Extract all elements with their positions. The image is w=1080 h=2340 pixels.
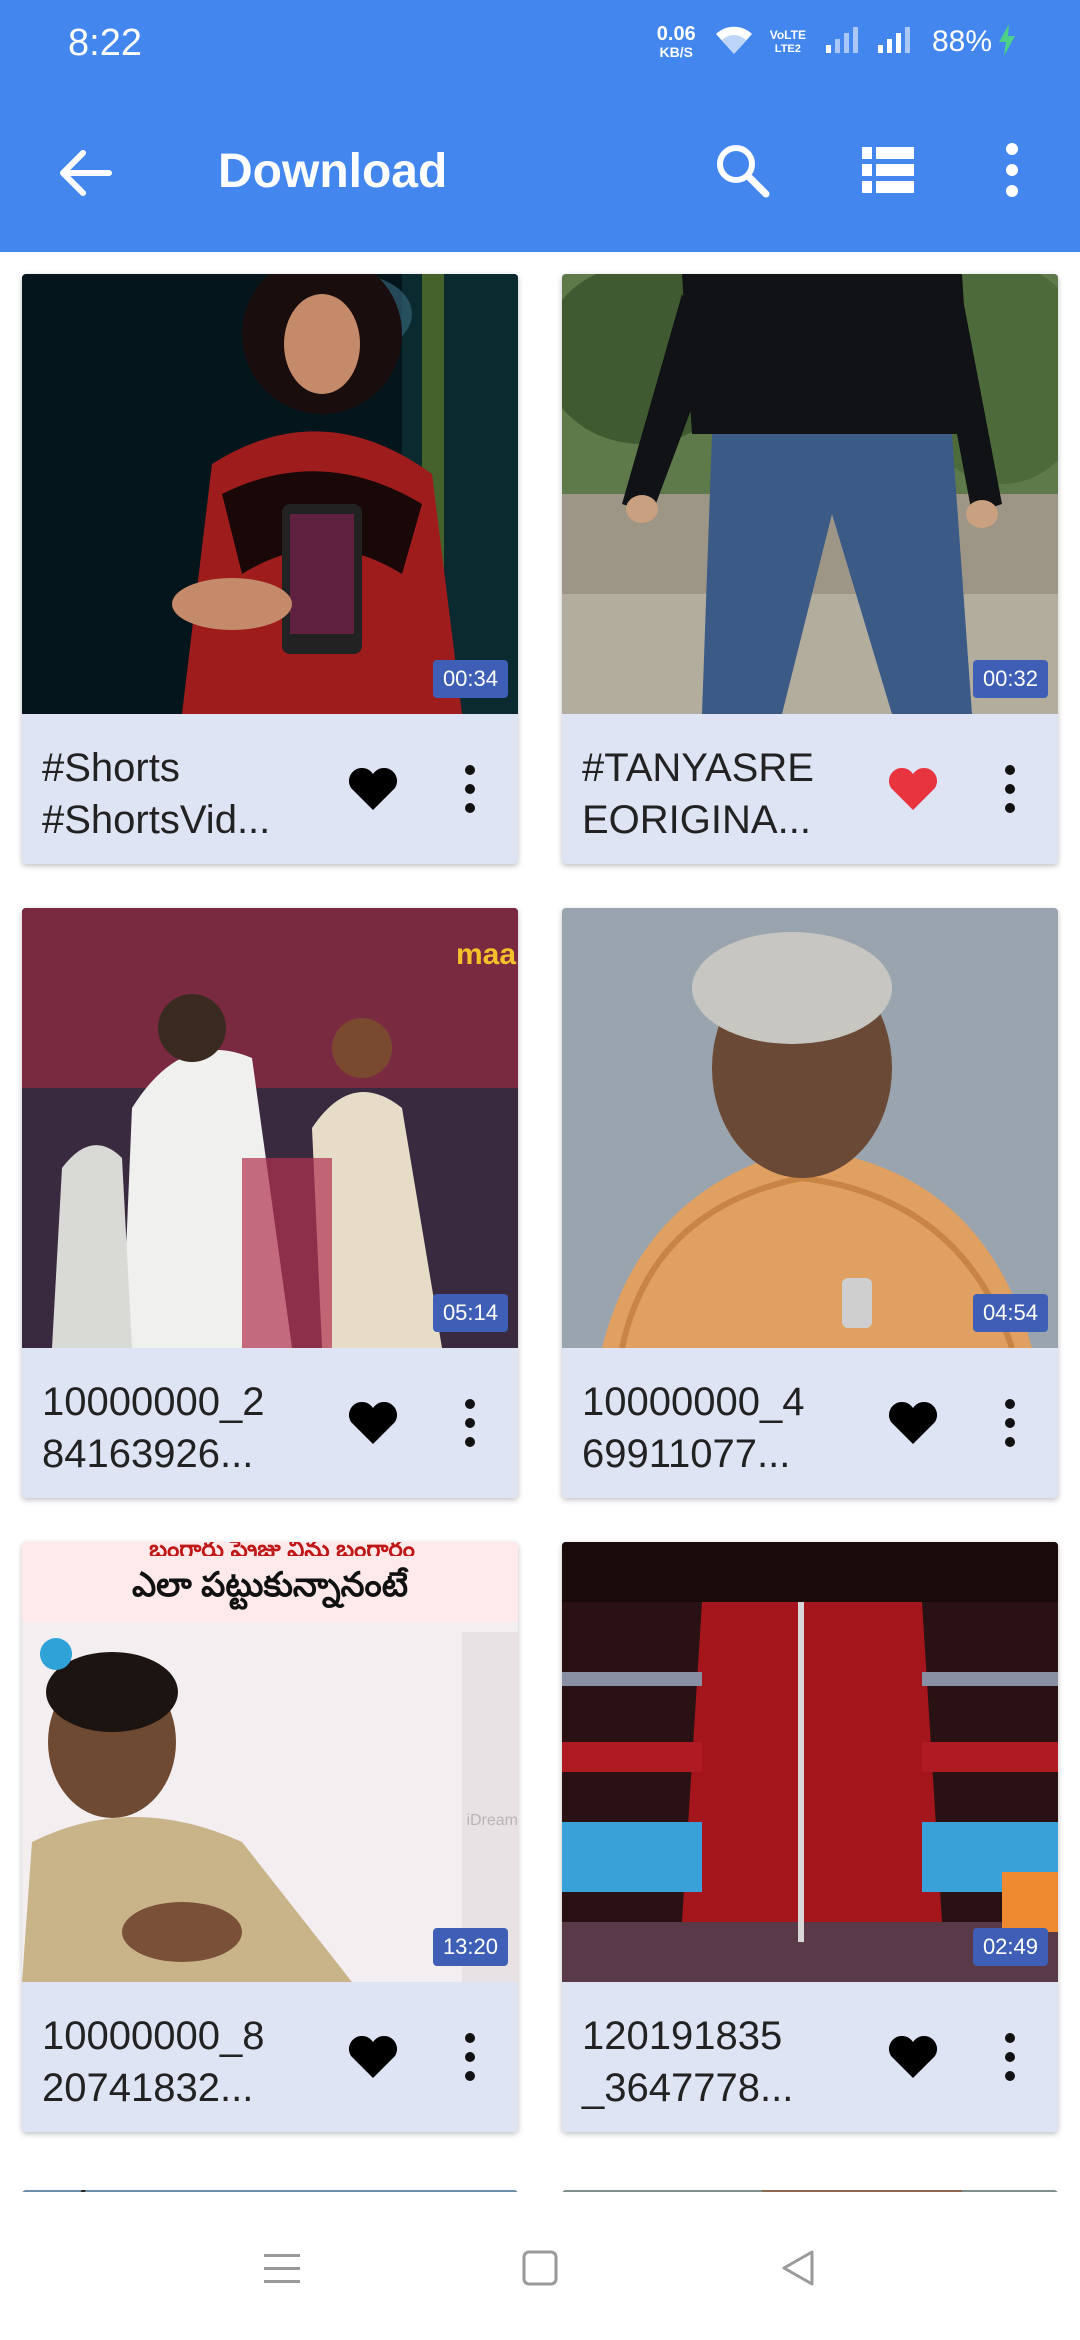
- heart-icon[interactable]: [878, 754, 948, 824]
- video-thumbnail[interactable]: 00:32: [562, 274, 1058, 714]
- video-card[interactable]: 00:34 #Shorts #ShortsVid...: [22, 274, 518, 864]
- watermark: iDream: [466, 1812, 518, 1829]
- more-vert-icon[interactable]: [450, 754, 490, 824]
- volte-label: VoLTE: [769, 28, 806, 42]
- video-thumbnail[interactable]: బంగారు ప్రైజు విను బంగారం ఎలా పట్టుకున్న…: [22, 1542, 518, 1982]
- more-vert-icon[interactable]: [990, 754, 1030, 824]
- duration-badge: 13:20: [432, 1928, 508, 1966]
- search-icon[interactable]: [706, 134, 778, 206]
- battery-percent: 88%: [931, 25, 992, 58]
- charging-bolt-icon: [998, 23, 1016, 61]
- telugu-caption-top: బంగారు ప్రైజు విను బంగారం: [149, 1542, 415, 1556]
- heart-icon[interactable]: [338, 2022, 408, 2092]
- toolbar: Download: [0, 120, 1080, 220]
- video-card[interactable]: 04:54 10000000_4 69911077...: [562, 908, 1058, 1498]
- heart-icon[interactable]: [878, 2022, 948, 2092]
- video-card[interactable]: బంగారు ప్రైజు విను బంగారం ఎలా పట్టుకున్న…: [22, 1542, 518, 2132]
- network-speed: 0.06 KB/S: [657, 24, 696, 60]
- more-vert-icon[interactable]: [990, 2022, 1030, 2092]
- channel-logo: maa: [455, 938, 516, 971]
- more-vert-icon[interactable]: [986, 134, 1038, 206]
- video-title: 10000000_4 69911077...: [582, 1380, 805, 1476]
- signal-sim1-icon: [824, 25, 860, 60]
- duration-badge: 02:49: [972, 1928, 1048, 1966]
- more-vert-icon[interactable]: [450, 2022, 490, 2092]
- video-thumbnail[interactable]: 02:49: [562, 1542, 1058, 1982]
- duration-badge: 00:32: [972, 660, 1048, 698]
- signal-sim2-icon: [876, 25, 912, 60]
- back-arrow-icon[interactable]: [50, 138, 120, 208]
- status-time: 8:22: [68, 22, 142, 64]
- app-bar: 8:22 0.06 KB/S VoLTE LTE2 88% Download: [0, 0, 1080, 252]
- duration-badge: 05:14: [432, 1294, 508, 1332]
- video-card[interactable]: 02:49 120191835 _3647778...: [562, 1542, 1058, 2132]
- more-vert-icon[interactable]: [990, 1388, 1030, 1458]
- lte-label: LTE2: [774, 43, 801, 55]
- back-triangle-icon[interactable]: [758, 2228, 838, 2308]
- status-icons: 0.06 KB/S VoLTE LTE2 88%: [657, 20, 1016, 64]
- system-nav-bar: [0, 2192, 1080, 2340]
- home-square-icon[interactable]: [500, 2228, 580, 2308]
- menu-icon[interactable]: [242, 2228, 322, 2308]
- video-thumbnail[interactable]: 00:34: [22, 274, 518, 714]
- heart-icon[interactable]: [338, 754, 408, 824]
- heart-icon[interactable]: [338, 1388, 408, 1458]
- duration-badge: 00:34: [432, 660, 508, 698]
- network-speed-unit: KB/S: [659, 44, 693, 60]
- idream-logo-icon: [40, 1638, 72, 1670]
- video-title: 10000000_2 84163926...: [42, 1380, 265, 1476]
- video-card[interactable]: maa 05:14 10000000_2 84163926...: [22, 908, 518, 1498]
- wifi-icon: [714, 24, 754, 61]
- video-thumbnail[interactable]: maa 05:14: [22, 908, 518, 1348]
- video-thumbnail[interactable]: 04:54: [562, 908, 1058, 1348]
- network-speed-value: 0.06: [656, 23, 696, 45]
- duration-badge: 04:54: [972, 1294, 1048, 1332]
- video-grid: 00:34 #Shorts #ShortsVid... 00:32 #TANYA…: [0, 252, 1080, 2192]
- more-vert-icon[interactable]: [450, 1388, 490, 1458]
- list-view-icon[interactable]: [852, 134, 924, 206]
- telugu-caption: ఎలా పట్టుకున్నానంటే: [131, 1566, 409, 1604]
- volte-indicator: VoLTE LTE2: [770, 28, 806, 56]
- video-title: #TANYASRE EORIGINA...: [582, 746, 814, 842]
- video-title: 120191835 _3647778...: [582, 2014, 794, 2110]
- video-card[interactable]: 00:32 #TANYASRE EORIGINA...: [562, 274, 1058, 864]
- video-title: 10000000_8 20741832...: [42, 2014, 265, 2110]
- page-title: Download: [218, 145, 448, 198]
- video-title: #Shorts #ShortsVid...: [42, 746, 271, 842]
- heart-icon[interactable]: [878, 1388, 948, 1458]
